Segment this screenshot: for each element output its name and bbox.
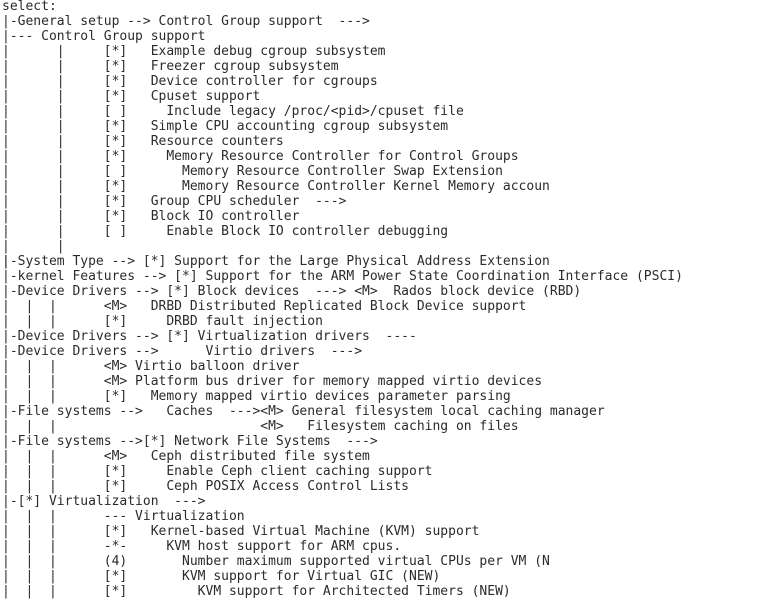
terminal-line: | | | -*- KVM host support for ARM cpus. [2, 539, 402, 554]
terminal-line: | | | [*] Kernel-based Virtual Machine (… [2, 524, 480, 539]
terminal-line: | | [*] Cpuset support [2, 89, 261, 104]
terminal-line: | | | [*] Memory mapped virtio devices p… [2, 389, 511, 404]
terminal-line: |-kernel Features --> [*] Support for th… [2, 269, 683, 284]
terminal-line: | | | <M> Virtio balloon driver [2, 359, 300, 374]
terminal-line: |-Device Drivers --> [*] Block devices -… [2, 284, 582, 299]
terminal-line: |-File systems --> Caches ---><M> Genera… [2, 404, 605, 419]
terminal-line: | | | --- Virtualization [2, 509, 245, 524]
terminal-line: | | | [*] KVM support for Virtual GIC (N… [2, 569, 441, 584]
terminal-line: | | [*] Group CPU scheduler ---> [2, 194, 347, 209]
terminal-line: | | [*] Memory Resource Controller Kerne… [2, 179, 550, 194]
terminal-line: select: [2, 0, 57, 14]
terminal-line: | | [*] Device controller for cgroups [2, 74, 378, 89]
terminal-line: | | | [*] DRBD fault injection [2, 314, 323, 329]
terminal-line: | | | <M> DRBD Distributed Replicated Bl… [2, 299, 527, 314]
terminal-line: |-[*] Virtualization ---> [2, 494, 206, 509]
terminal-line: | | [*] Resource counters [2, 134, 284, 149]
terminal-line: | | [*] Block IO controller [2, 209, 300, 224]
terminal-line: | | | <M> Filesystem caching on files [2, 419, 519, 434]
terminal-line: | | [ ] Memory Resource Controller Swap … [2, 164, 503, 179]
terminal-line: |-File systems -->[*] Network File Syste… [2, 434, 378, 449]
terminal-line: | | [2, 239, 65, 254]
terminal-line: | | | [*] Ceph POSIX Access Control List… [2, 479, 409, 494]
terminal-line: | | | (4) Number maximum supported virtu… [2, 554, 550, 569]
terminal-line: | | | <M> Ceph distributed file system [2, 449, 370, 464]
terminal-line: | | [*] Simple CPU accounting cgroup sub… [2, 119, 449, 134]
terminal-line: | | [*] Freezer cgroup subsystem [2, 59, 339, 74]
terminal-line: | | | [*] Enable Ceph client caching sup… [2, 464, 433, 479]
terminal-line: | | [ ] Enable Block IO controller debug… [2, 224, 449, 239]
terminal-line: |-Device Drivers --> Virtio drivers ---> [2, 344, 363, 359]
terminal-line: |-System Type --> [*] Support for the La… [2, 254, 550, 269]
terminal-line: | | | [*] KVM support for Architected Ti… [2, 584, 511, 599]
terminal-line: | | [*] Example debug cgroup subsystem [2, 44, 386, 59]
terminal-line: | | [ ] Include legacy /proc/<pid>/cpuse… [2, 104, 464, 119]
terminal-output: select: |-General setup --> Control Grou… [0, 0, 763, 600]
terminal-line: | | | <M> Platform bus driver for memory… [2, 374, 543, 389]
terminal-line: |--- Control Group support [2, 29, 206, 44]
terminal-line: |-General setup --> Control Group suppor… [2, 14, 370, 29]
terminal-line: | | [*] Memory Resource Controller for C… [2, 149, 519, 164]
terminal-line: |-Device Drivers --> [*] Virtualization … [2, 329, 417, 344]
